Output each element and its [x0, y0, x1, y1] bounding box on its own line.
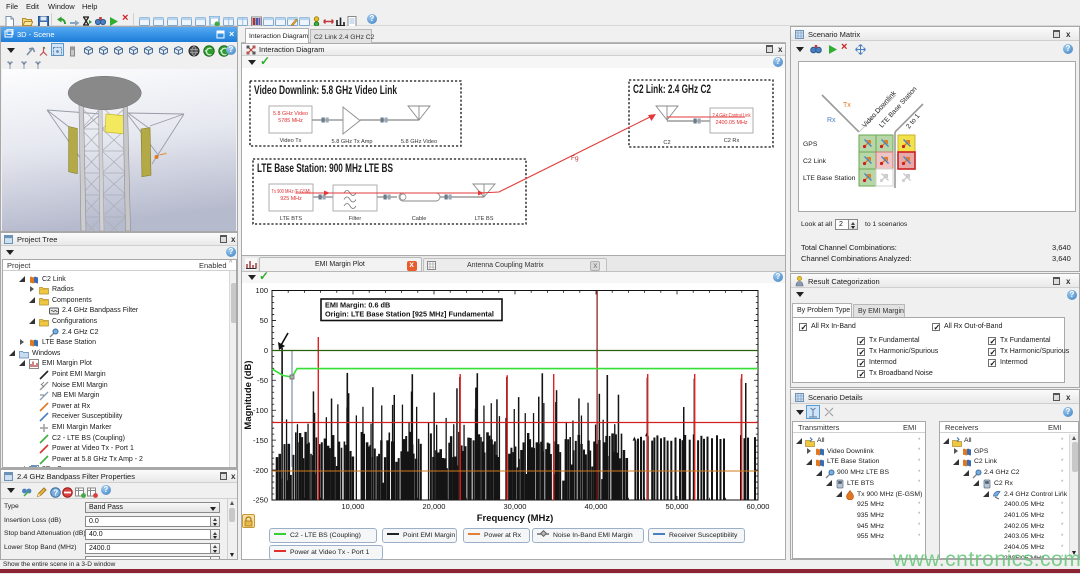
svg-text:5.8 GHz Video: 5.8 GHz Video	[401, 139, 437, 145]
svg-text:Magnitude (dB): Magnitude (dB)	[243, 360, 254, 429]
svg-text:-50: -50	[257, 376, 268, 385]
svg-text:-100: -100	[253, 406, 268, 415]
svg-text:925 MHz: 925 MHz	[280, 196, 302, 202]
svg-text:40,000: 40,000	[585, 502, 608, 511]
svg-text:Tx 900 MHz (E-GSM): Tx 900 MHz (E-GSM)	[272, 189, 311, 195]
svg-text:20,000: 20,000	[423, 502, 446, 511]
svg-text:C2 Link: C2 Link	[803, 158, 827, 165]
svg-text:-200: -200	[253, 466, 268, 475]
svg-text:Filter: Filter	[349, 216, 362, 222]
svg-text:100: 100	[255, 286, 268, 295]
svg-text:C2 Rx: C2 Rx	[724, 138, 740, 144]
svg-text:?: ?	[53, 488, 58, 497]
svg-text:10,000: 10,000	[342, 502, 365, 511]
svg-text:Frequency (MHz): Frequency (MHz)	[477, 513, 554, 524]
svg-text:LTE BTS: LTE BTS	[280, 216, 303, 222]
svg-text:EMI Margin: 0.6 dB: EMI Margin: 0.6 dB	[325, 301, 390, 310]
svg-text:Cable: Cable	[412, 216, 427, 222]
svg-text:LTE BS: LTE BS	[475, 216, 494, 222]
svg-text:-250: -250	[253, 496, 268, 505]
svg-text:0: 0	[264, 346, 268, 355]
svg-text:Video Tx: Video Tx	[280, 138, 302, 144]
svg-text:2400.05 MHz: 2400.05 MHz	[715, 120, 747, 126]
svg-text:50: 50	[260, 316, 268, 325]
svg-text:Video Downlink: 5.8 GHz Video: Video Downlink: 5.8 GHz Video Link	[254, 85, 397, 97]
svg-text:-150: -150	[253, 436, 268, 445]
svg-text:2.4 GHz Control Link: 2.4 GHz Control Link	[713, 113, 751, 119]
svg-text:30,000: 30,000	[504, 502, 527, 511]
svg-text:5.8 GHz Tx Amp: 5.8 GHz Tx Amp	[332, 139, 373, 145]
svg-text:Rx: Rx	[827, 117, 836, 124]
svg-text:Fg: Fg	[571, 155, 579, 162]
svg-text:Origin: LTE Base Station [925: Origin: LTE Base Station [925 MHz] Funda…	[325, 310, 494, 319]
svg-text:GPS: GPS	[803, 141, 818, 148]
svg-text:Tx: Tx	[843, 102, 851, 109]
svg-text:60,000: 60,000	[747, 502, 770, 511]
svg-text:C2: C2	[663, 140, 670, 146]
svg-text:50,000: 50,000	[666, 502, 689, 511]
svg-text:LTE Base Station: 900 MHz LTE: LTE Base Station: 900 MHz LTE BS	[257, 163, 393, 175]
svg-text:C2 Link: 2.4 GHz C2: C2 Link: 2.4 GHz C2	[633, 84, 711, 96]
svg-text:5785 MHz: 5785 MHz	[278, 118, 303, 124]
svg-text:5.8 GHz Video: 5.8 GHz Video	[273, 111, 308, 117]
svg-text:LTE Base Station: LTE Base Station	[803, 175, 856, 182]
